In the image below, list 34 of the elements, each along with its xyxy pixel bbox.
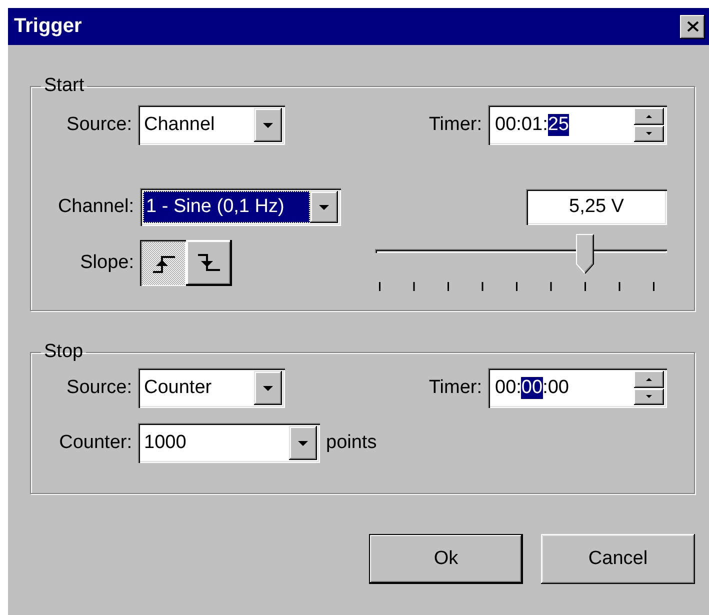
source-dropdown[interactable]: Counter bbox=[138, 368, 285, 408]
close-button[interactable] bbox=[680, 14, 705, 38]
slope-button[interactable] bbox=[140, 240, 186, 286]
dialog-button[interactable]: Ok bbox=[369, 534, 523, 584]
group-title: Stop bbox=[43, 341, 84, 363]
slope-button[interactable] bbox=[186, 240, 232, 286]
down-arrow-icon bbox=[263, 386, 273, 390]
threshold-field[interactable]: 5,25 V bbox=[526, 189, 667, 225]
signal-dropdown[interactable]: 1 - Sine (0,1 Hz) bbox=[140, 188, 341, 226]
spin-up-button[interactable] bbox=[634, 108, 664, 124]
down-arrow-icon bbox=[319, 204, 329, 210]
rising-edge-icon bbox=[152, 254, 176, 274]
spin-down-button[interactable] bbox=[634, 126, 664, 142]
dialog-button[interactable]: Cancel bbox=[541, 534, 695, 584]
down-arrow-icon bbox=[263, 122, 273, 128]
count-dropdown[interactable]: 1000 bbox=[138, 423, 320, 463]
source-dropdown[interactable]: Channel bbox=[138, 105, 285, 145]
start-group: Start Source: Channel Timer: 00:01:25 Channel: 1 - Sine (0,1 Hz) 5,25 V Slope: bbox=[30, 75, 695, 311]
timer-field[interactable]: 00:01:25 bbox=[488, 105, 667, 145]
down-arrow-icon bbox=[646, 132, 652, 136]
up-arrow-icon bbox=[646, 114, 652, 118]
down-arrow-icon bbox=[646, 395, 652, 398]
down-arrow-icon bbox=[298, 440, 308, 446]
slider-thumb[interactable] bbox=[576, 234, 594, 274]
stop-group: Stop Source: Counter Timer: 00:00:00 Counter: 1000 points bbox=[30, 341, 695, 494]
unit-label: points bbox=[326, 432, 377, 454]
up-arrow-icon bbox=[646, 378, 652, 381]
spin-up-button[interactable] bbox=[634, 371, 664, 388]
timer-field[interactable]: 00:00:00 bbox=[488, 368, 667, 408]
close-icon bbox=[686, 21, 698, 32]
group-title: Start bbox=[43, 75, 86, 97]
spin-down-button[interactable] bbox=[634, 388, 664, 405]
window-title: Trigger bbox=[14, 15, 82, 38]
falling-edge-icon bbox=[197, 253, 221, 273]
